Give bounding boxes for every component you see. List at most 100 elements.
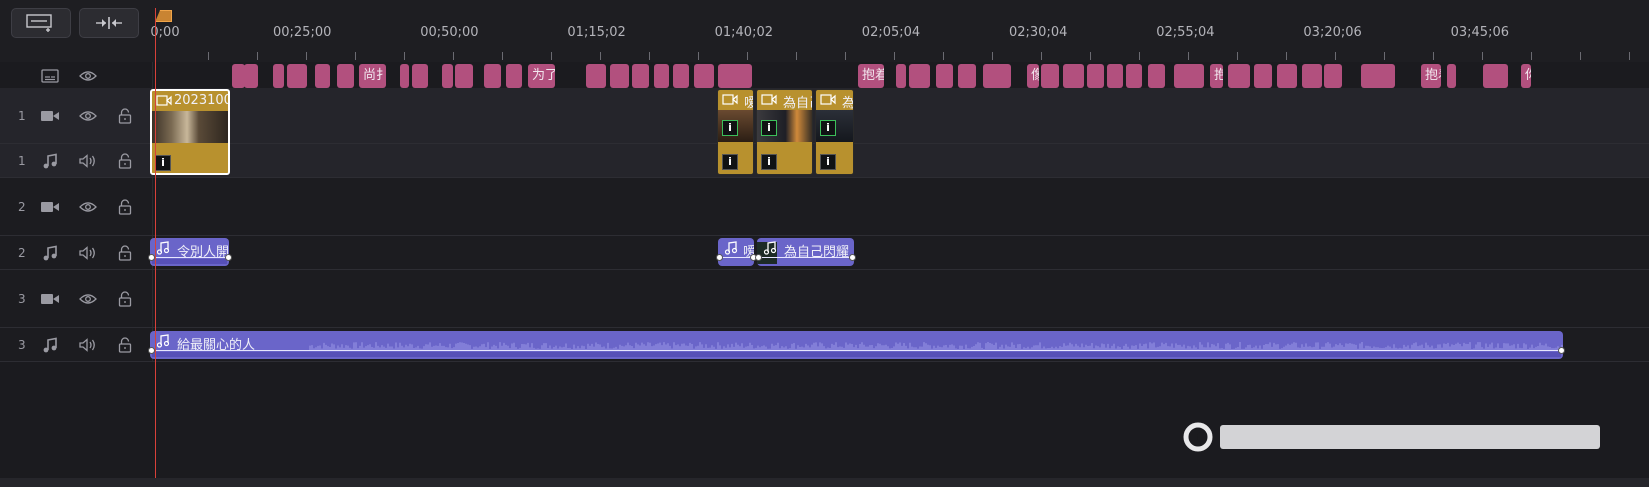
audio-clip[interactable]: 給最關心的人 [150, 331, 1563, 359]
subtitle-clip[interactable] [958, 64, 976, 88]
subtitle-clip[interactable] [909, 64, 930, 88]
subtitle-clip[interactable] [400, 64, 409, 88]
subtitle-clip[interactable] [1447, 64, 1456, 88]
subtitle-clip[interactable] [337, 64, 354, 88]
subtitle-clip[interactable] [315, 64, 330, 88]
split-track-button[interactable] [79, 8, 139, 38]
volume-keyframe-handle[interactable] [148, 347, 155, 354]
speaker-icon[interactable] [78, 243, 98, 263]
ruler-time-label: 03;20;06 [1303, 25, 1362, 40]
subtitle-clip[interactable] [1361, 64, 1395, 88]
ruler-tick [355, 52, 356, 60]
subtitle-clip[interactable] [484, 64, 501, 88]
subtitle-clip[interactable] [654, 64, 669, 88]
subtitle-clip[interactable] [1302, 64, 1322, 88]
audio-clip[interactable]: 令別人開 [150, 238, 229, 266]
timeline-toolbar: 0;00 00;25;00 00;50;00 01;15;02 01;40;02 02;0… [0, 0, 1649, 62]
eye-icon[interactable] [79, 70, 97, 82]
subtitle-clip[interactable] [287, 64, 307, 88]
ruler-time-label: 01;15;02 [567, 25, 626, 40]
subtitle-clip[interactable] [1107, 64, 1123, 88]
playhead[interactable] [155, 8, 156, 486]
lock-icon[interactable] [115, 243, 135, 263]
ruler-tick [1580, 52, 1581, 60]
subtitle-clip[interactable] [1041, 64, 1059, 88]
add-track-button[interactable] [11, 8, 71, 38]
video-camera-icon [40, 289, 60, 309]
lock-icon[interactable] [115, 106, 135, 126]
subtitle-clip[interactable] [244, 64, 258, 88]
split-icon [96, 17, 122, 29]
subtitle-clip[interactable] [586, 64, 606, 88]
volume-keyframe-handle[interactable] [755, 254, 762, 261]
subtitle-clip[interactable] [1277, 64, 1297, 88]
subtitle-clip[interactable]: 尚扌 [359, 64, 386, 88]
ruler-tick [1384, 52, 1385, 60]
subtitle-clip[interactable]: 抱着 [1210, 64, 1223, 88]
track-header: 2 [0, 178, 153, 235]
info-icon: i [820, 120, 836, 136]
lock-icon[interactable] [115, 289, 135, 309]
volume-keyframe-handle[interactable] [1558, 347, 1565, 354]
clip-thumbnail [152, 111, 228, 143]
subtitle-clip[interactable] [1324, 64, 1342, 88]
volume-keyframe-handle[interactable] [148, 254, 155, 261]
lock-icon[interactable] [115, 335, 135, 355]
subtitle-clip[interactable] [1126, 64, 1142, 88]
eye-icon[interactable] [78, 289, 98, 309]
subtitle-clip[interactable]: 抱着 [858, 64, 884, 88]
eye-icon[interactable] [78, 197, 98, 217]
lock-icon[interactable] [115, 151, 135, 171]
video-clip[interactable]: 為自己 i i [756, 89, 813, 175]
track-number: 2 [18, 199, 26, 214]
subtitle-clip[interactable]: 你[ [1521, 64, 1531, 88]
video-clip[interactable]: 為 i i [815, 89, 854, 175]
audio-level-line [720, 257, 752, 258]
subtitle-clip[interactable]: 抱着 [1421, 64, 1441, 88]
info-icon: i [761, 154, 777, 170]
subtitle-clip[interactable] [1063, 64, 1084, 88]
video-clip[interactable]: 2023100 i [150, 89, 230, 175]
subtitle-clip[interactable] [506, 64, 522, 88]
subtitle-clip[interactable] [442, 64, 453, 88]
ruler-tick [1090, 52, 1091, 60]
time-ruler[interactable]: 0;00 00;25;00 00;50;00 01;15;02 01;40;02 02;0… [150, 0, 1649, 62]
subtitle-clip[interactable] [1254, 64, 1272, 88]
speaker-icon[interactable] [78, 335, 98, 355]
subtitle-clip[interactable] [632, 64, 649, 88]
subtitle-clip[interactable] [610, 64, 629, 88]
subtitle-clip[interactable] [412, 64, 428, 88]
volume-keyframe-handle[interactable] [225, 254, 232, 261]
subtitle-clip[interactable] [1228, 64, 1250, 88]
subtitle-clip[interactable]: 像伤 [1027, 64, 1039, 88]
ruler-tick [1139, 52, 1140, 60]
subtitle-clip[interactable] [983, 64, 1011, 88]
subtitle-clip[interactable] [1174, 64, 1204, 88]
ruler-tick [600, 52, 601, 60]
music-note-icon [724, 241, 738, 255]
subtitle-clip[interactable] [1483, 64, 1508, 88]
subtitle-clip[interactable]: 为了 [528, 64, 555, 88]
track-header: 1 [0, 144, 153, 177]
subtitle-clip[interactable] [1087, 64, 1104, 88]
speaker-icon[interactable] [78, 151, 98, 171]
video-clip[interactable]: 嗳 i i [717, 89, 754, 175]
subtitle-clip[interactable] [694, 64, 714, 88]
ruler-tick [208, 52, 209, 60]
eye-icon[interactable] [78, 106, 98, 126]
volume-keyframe-handle[interactable] [716, 254, 723, 261]
subtitle-clip[interactable] [455, 64, 473, 88]
lock-icon[interactable] [115, 197, 135, 217]
subtitle-clip[interactable] [718, 64, 752, 88]
ruler-time-label: 02;55;04 [1156, 25, 1215, 40]
subtitle-clip[interactable] [673, 64, 689, 88]
ruler-time-label: 00;25;00 [272, 25, 332, 40]
audio-clip[interactable]: 為自己閃耀 [757, 238, 854, 266]
subtitle-clip[interactable] [936, 64, 953, 88]
volume-keyframe-handle[interactable] [849, 254, 856, 261]
subtitle-clip[interactable] [1148, 64, 1165, 88]
clip-label: 嗳 [744, 92, 753, 111]
audio-clip[interactable]: 嗳 [718, 238, 754, 266]
subtitle-clip[interactable] [896, 64, 906, 88]
subtitle-clip[interactable] [273, 64, 284, 88]
